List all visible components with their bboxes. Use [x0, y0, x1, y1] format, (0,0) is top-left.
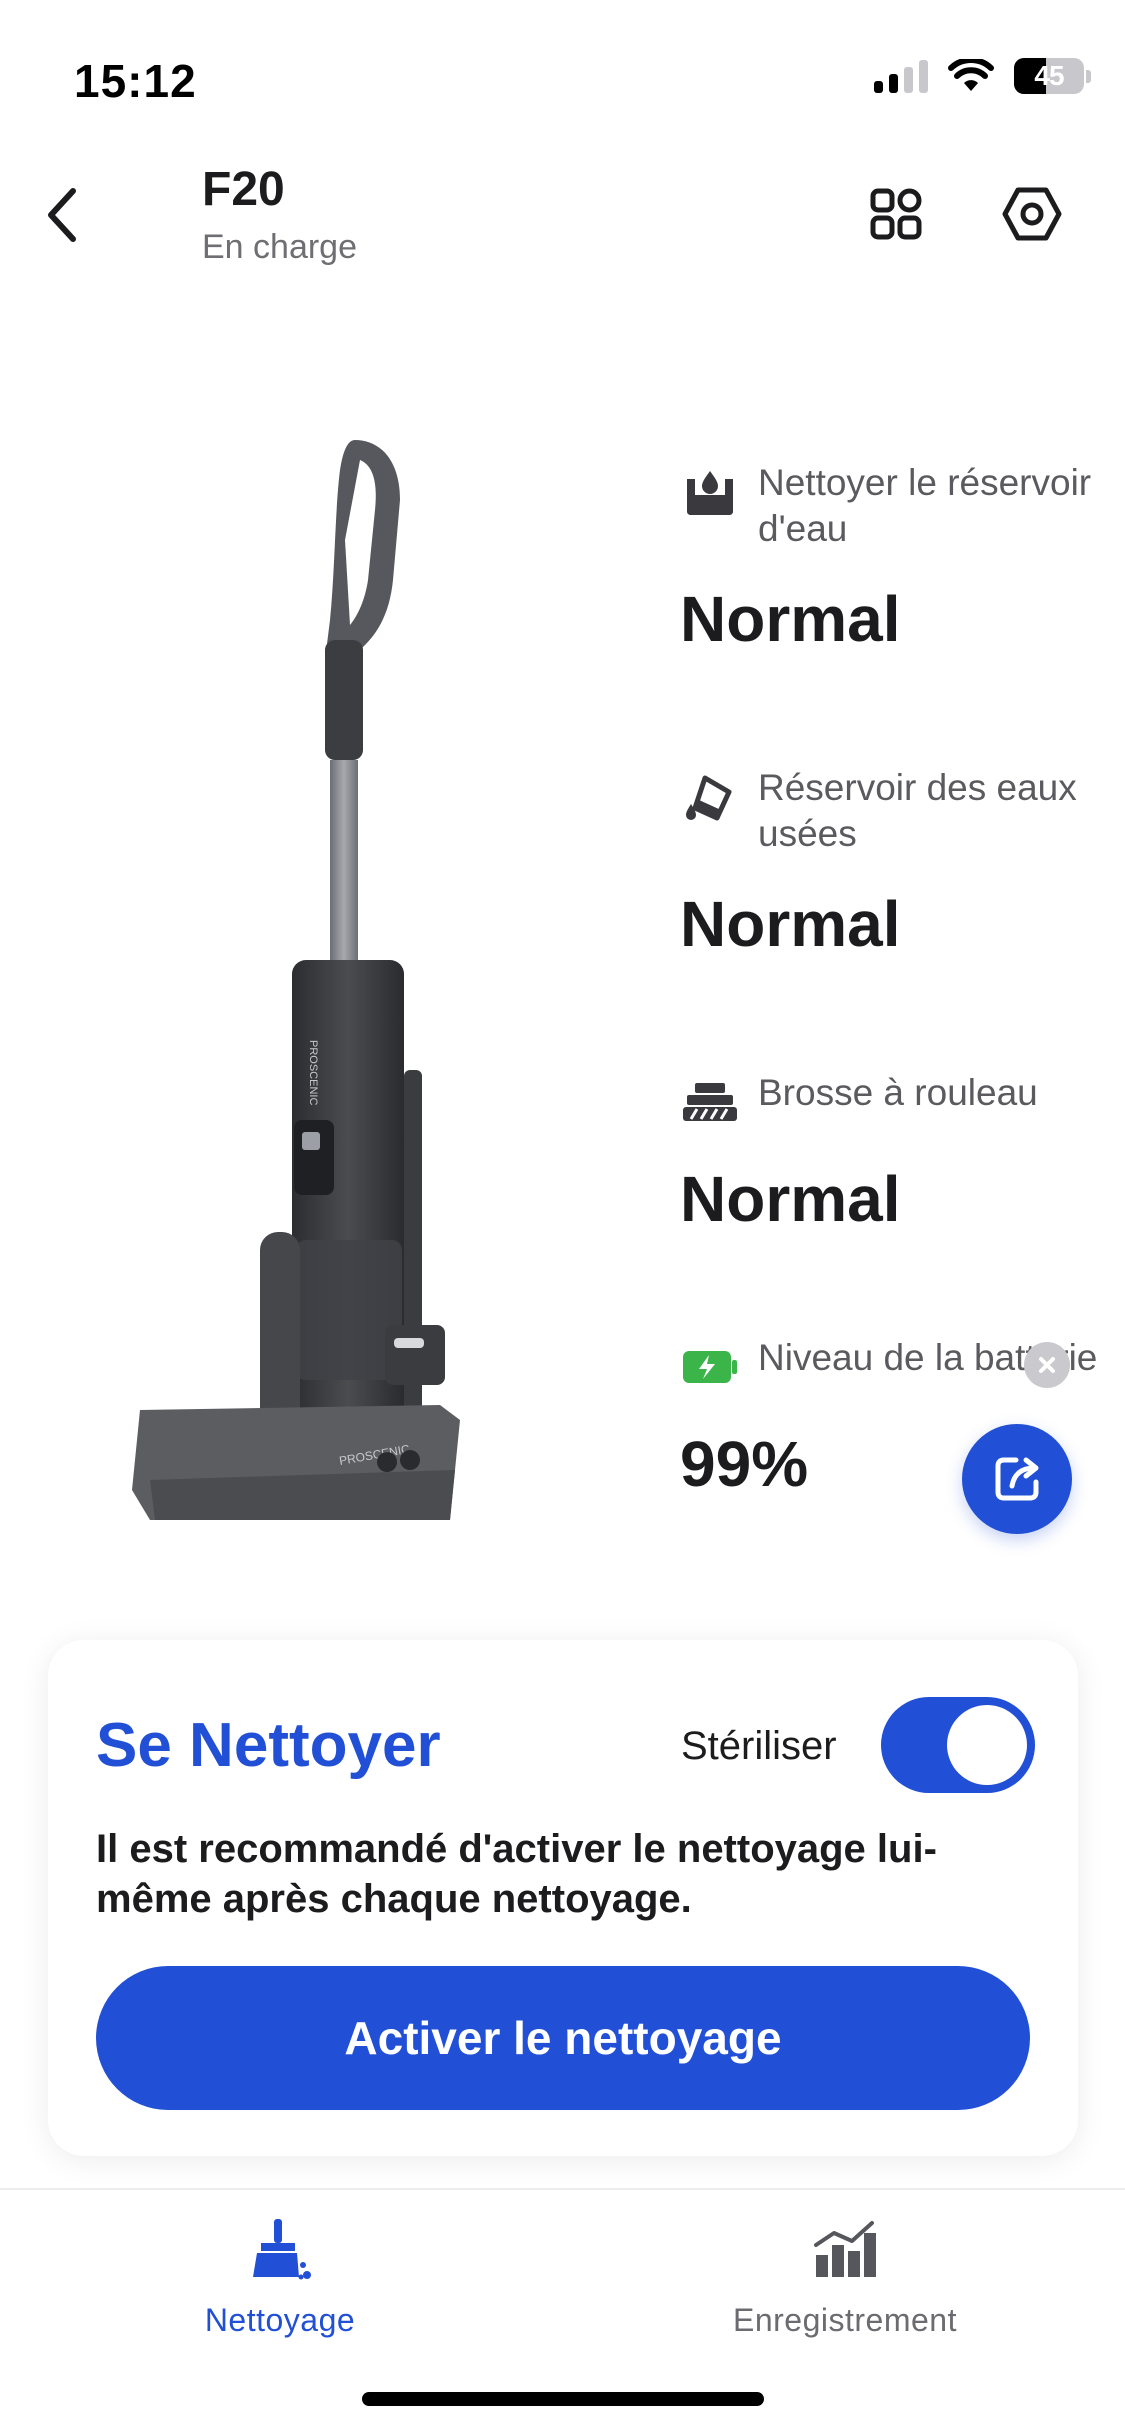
tab-label: Enregistrement	[733, 2302, 957, 2338]
battery-icon: 45	[1014, 58, 1091, 94]
home-indicator	[362, 2392, 764, 2406]
water-tank-icon	[680, 462, 740, 522]
share-icon	[995, 1457, 1039, 1501]
back-chevron-icon	[48, 188, 76, 242]
close-icon	[1039, 1357, 1055, 1373]
status-roller-brush: Brosse à rouleau Normal	[680, 1070, 1100, 1236]
self-clean-card: Se Nettoyer Stériliser Il est recommandé…	[48, 1640, 1078, 2156]
activate-cleaning-button[interactable]: Activer le nettoyage	[96, 1966, 1030, 2110]
status-icons: 45	[874, 58, 1091, 94]
settings-hexagon-icon	[1002, 187, 1062, 241]
vacuum-product-image: PROSCENIC PROSCENIC	[132, 440, 460, 1520]
device-name: F20	[202, 163, 285, 216]
status-bar: 15:12 45	[0, 0, 1125, 150]
wifi-icon	[948, 59, 994, 91]
settings-button[interactable]	[996, 178, 1068, 250]
bar-chart-icon	[805, 2210, 885, 2290]
cellular-signal-icon	[874, 59, 928, 93]
dismiss-button[interactable]	[1024, 1342, 1070, 1388]
tab-nettoyage[interactable]: Nettoyage	[80, 2210, 480, 2339]
share-button[interactable]	[962, 1424, 1072, 1534]
tab-enregistrement[interactable]: Enregistrement	[645, 2210, 1045, 2339]
status-dirty-water-tank: Réservoir des eaux usées Normal	[680, 765, 1100, 961]
status-value: Normal	[680, 888, 901, 960]
toggle-knob	[947, 1705, 1027, 1785]
status-time: 15:12	[74, 55, 197, 107]
status-label: Réservoir des eaux usées	[758, 767, 1077, 854]
battery-nub	[1086, 69, 1091, 83]
battery-level-text: 45	[1034, 60, 1064, 91]
grid-icon	[870, 188, 922, 240]
status-label: Nettoyer le réservoir d'eau	[758, 462, 1092, 549]
roller-brush-icon	[680, 1072, 740, 1132]
status-label: Brosse à rouleau	[758, 1072, 1038, 1113]
svg-text:PROSCENIC: PROSCENIC	[307, 1040, 319, 1105]
battery-charging-icon	[680, 1337, 740, 1397]
status-water-tank: Nettoyer le réservoir d'eau Normal	[680, 460, 1100, 656]
header: F20 En charge	[0, 150, 1125, 280]
broom-icon	[240, 2210, 320, 2290]
card-title: Se Nettoyer	[96, 1711, 441, 1780]
sterilize-toggle[interactable]	[881, 1697, 1035, 1793]
device-status: En charge	[202, 228, 357, 266]
status-value: Normal	[680, 583, 901, 655]
dirty-water-tank-icon	[680, 767, 740, 827]
sterilize-label: Stériliser	[681, 1724, 837, 1768]
card-description: Il est recommandé d'activer le nettoyage…	[96, 1827, 937, 1921]
status-value: Normal	[680, 1163, 901, 1235]
grid-menu-button[interactable]	[860, 178, 932, 250]
battery-pill: 45	[1014, 58, 1084, 94]
tab-label: Nettoyage	[204, 2302, 356, 2338]
back-button[interactable]	[28, 180, 98, 250]
